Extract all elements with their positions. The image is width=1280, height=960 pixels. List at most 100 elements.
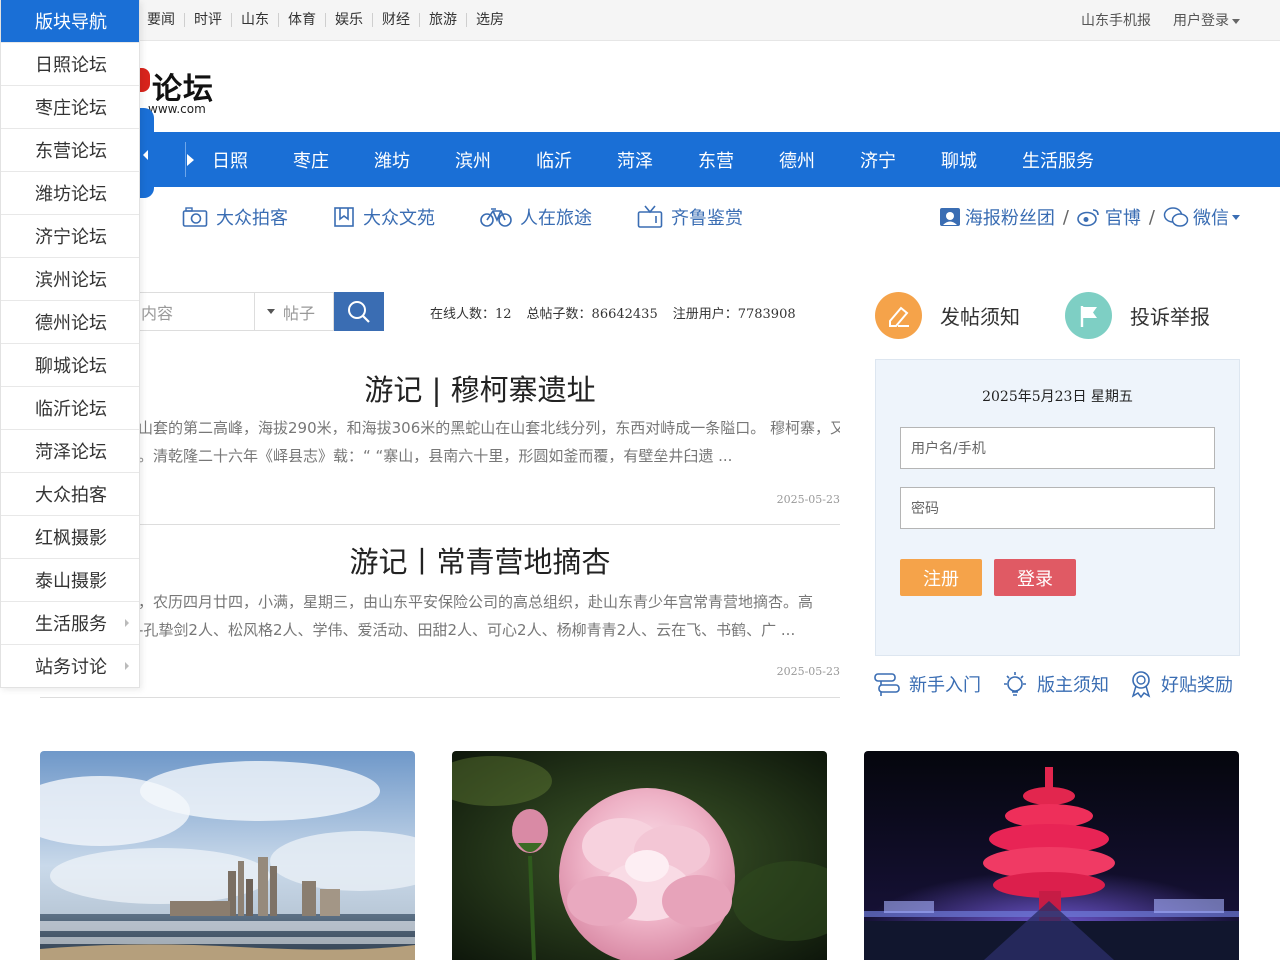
sub-nav-travel[interactable]: 人在旅途 bbox=[480, 204, 592, 230]
article-date: 2025-05-23 bbox=[776, 493, 840, 506]
article-date: 2025-05-23 bbox=[776, 665, 840, 678]
moderator-rules-label: 版主须知 bbox=[1037, 675, 1109, 696]
city-nav-dongying[interactable]: 东营 bbox=[698, 147, 734, 173]
bookmark-icon bbox=[334, 207, 354, 227]
side-menu-item[interactable]: 济宁论坛 bbox=[1, 214, 139, 257]
side-menu-item[interactable]: 潍坊论坛 bbox=[1, 171, 139, 214]
nav-divider bbox=[185, 142, 186, 177]
board-nav-header[interactable]: 版块导航 bbox=[1, 0, 139, 42]
report-button[interactable]: 投诉举报 bbox=[1065, 292, 1210, 339]
username-input[interactable]: 用户名/手机 bbox=[900, 427, 1215, 469]
sub-nav-literature-label: 大众文苑 bbox=[363, 208, 435, 229]
article-title[interactable]: 游记丨常青营地摘杏 bbox=[40, 539, 920, 581]
weibo-link[interactable]: 官博 bbox=[1077, 204, 1141, 230]
photo-seaside-city[interactable] bbox=[40, 751, 415, 960]
moderator-rules-link[interactable]: 版主须知 bbox=[1001, 670, 1109, 698]
city-nav-binzhou[interactable]: 滨州 bbox=[455, 147, 491, 173]
article-excerpt-line: 。清乾隆二十六年《峄县志》载：“ “寨山，县南六十里，形圆如釜而覆，有壁垒井臼遗… bbox=[138, 447, 733, 465]
city-nav-jining[interactable]: 济宁 bbox=[860, 147, 896, 173]
side-menu-item[interactable]: 滨州论坛 bbox=[1, 257, 139, 300]
city-nav-life-services[interactable]: 生活服务 bbox=[1022, 147, 1094, 173]
article-title[interactable]: 游记 | 穆柯寨遗址 bbox=[40, 367, 920, 409]
social-links: 海报粉丝团 / 官博 / 微信 bbox=[939, 200, 1240, 234]
sub-nav-appreciation[interactable]: 齐鲁鉴赏 bbox=[637, 204, 743, 230]
poster-fans-label: 海报粉丝团 bbox=[964, 208, 1055, 229]
photo-night-sculpture[interactable] bbox=[864, 751, 1239, 960]
collapse-tab[interactable] bbox=[138, 108, 154, 198]
article-item: 游记丨常青营地摘杏 ，农历四月廿四，小满，星期三，由山东平安保险公司的高总组织，… bbox=[40, 525, 840, 698]
chevron-right-icon bbox=[125, 619, 129, 627]
mobile-news-link[interactable]: 山东手机报 bbox=[1081, 10, 1151, 30]
logo-url: www.com bbox=[148, 102, 206, 116]
city-nav-rizhao[interactable]: 日照 bbox=[212, 147, 248, 173]
slash-divider: / bbox=[1062, 206, 1069, 228]
user-login-dropdown[interactable]: 用户登录 bbox=[1173, 10, 1240, 30]
medal-icon bbox=[1131, 671, 1151, 698]
photo-peony-flower[interactable] bbox=[452, 751, 827, 960]
bicycle-icon bbox=[480, 208, 512, 227]
help-links: 新手入门 版主须知 好贴奖励 bbox=[873, 670, 1233, 698]
caret-down-icon bbox=[1232, 18, 1240, 24]
post-rules-label: 发帖须知 bbox=[940, 305, 1020, 329]
sub-nav-photo[interactable]: 大众拍客 bbox=[182, 204, 288, 230]
chevron-left-icon bbox=[143, 150, 148, 160]
search-input[interactable]: 内容 bbox=[138, 292, 254, 331]
sub-nav-literature[interactable]: 大众文苑 bbox=[333, 204, 435, 230]
register-button[interactable]: 注册 bbox=[900, 559, 982, 596]
side-menu-item[interactable]: 临沂论坛 bbox=[1, 386, 139, 429]
side-menu-item[interactable]: 聊城论坛 bbox=[1, 343, 139, 386]
sub-nav-travel-label: 人在旅途 bbox=[520, 208, 592, 229]
top-nav-shandong[interactable]: 山东 bbox=[232, 13, 279, 27]
user-login-label: 用户登录 bbox=[1173, 13, 1229, 29]
search-type-label: 帖子 bbox=[283, 303, 316, 323]
side-menu-item-site-discussion[interactable]: 站务讨论 bbox=[1, 644, 139, 687]
side-menu-item[interactable]: 枣庄论坛 bbox=[1, 85, 139, 128]
slash-divider: / bbox=[1148, 206, 1155, 228]
side-menu-item[interactable]: 德州论坛 bbox=[1, 300, 139, 343]
signpost-icon bbox=[874, 673, 900, 696]
caret-down-icon bbox=[1232, 214, 1240, 220]
top-nav-sports[interactable]: 体育 bbox=[279, 13, 326, 27]
wechat-link[interactable]: 微信 bbox=[1163, 204, 1240, 230]
city-nav-weifang[interactable]: 潍坊 bbox=[374, 147, 410, 173]
side-menu-item[interactable]: 红枫摄影 bbox=[1, 515, 139, 558]
login-button[interactable]: 登录 bbox=[994, 559, 1076, 596]
side-menu-item[interactable]: 大众拍客 bbox=[1, 472, 139, 515]
newbie-guide-link[interactable]: 新手入门 bbox=[873, 670, 981, 698]
search-type-select[interactable]: 帖子 bbox=[254, 292, 334, 331]
top-right-links: 山东手机报 用户登录 bbox=[1081, 0, 1240, 40]
top-nav-entertainment[interactable]: 娱乐 bbox=[326, 13, 373, 27]
search-bar: 内容 帖子 bbox=[138, 292, 384, 331]
post-rules-button[interactable]: 发帖须知 bbox=[875, 292, 1020, 339]
side-menu-item[interactable]: 东营论坛 bbox=[1, 128, 139, 171]
city-nav-heze[interactable]: 菏泽 bbox=[617, 147, 653, 173]
city-nav-liaocheng[interactable]: 聊城 bbox=[941, 147, 977, 173]
side-menu-item[interactable]: 日照论坛 bbox=[1, 42, 139, 85]
side-menu-item[interactable]: 泰山摄影 bbox=[1, 558, 139, 601]
side-menu-item-life-services[interactable]: 生活服务 bbox=[1, 601, 139, 644]
top-nav-travel[interactable]: 旅游 bbox=[420, 13, 467, 27]
password-input[interactable]: 密码 bbox=[900, 487, 1215, 529]
top-nav-housing[interactable]: 选房 bbox=[467, 13, 513, 27]
good-post-reward-link[interactable]: 好贴奖励 bbox=[1129, 670, 1233, 698]
wechat-icon bbox=[1163, 207, 1189, 227]
top-nav-finance[interactable]: 财经 bbox=[373, 13, 420, 27]
caret-down-icon bbox=[267, 309, 275, 314]
top-nav-news[interactable]: 要闻 bbox=[138, 13, 185, 27]
city-nav-dezhou[interactable]: 德州 bbox=[779, 147, 815, 173]
weibo-icon bbox=[1077, 209, 1099, 227]
city-nav-zaozhuang[interactable]: 枣庄 bbox=[293, 147, 329, 173]
sub-nav-appreciation-label: 齐鲁鉴赏 bbox=[671, 208, 743, 229]
side-menu-item[interactable]: 菏泽论坛 bbox=[1, 429, 139, 472]
post-count: 总帖子数：86642435 bbox=[526, 307, 658, 322]
nav-arrow-icon bbox=[187, 154, 194, 166]
wechat-label: 微信 bbox=[1193, 208, 1229, 229]
search-button[interactable] bbox=[334, 292, 384, 331]
top-nav-commentary[interactable]: 时评 bbox=[185, 13, 232, 27]
side-menu-item-label: 站务讨论 bbox=[35, 657, 107, 678]
top-bar: 要闻 时评 山东 体育 娱乐 财经 旅游 选房 山东手机报 用户登录 bbox=[0, 0, 1280, 41]
city-nav-linyi[interactable]: 临沂 bbox=[536, 147, 572, 173]
poster-fans-link[interactable]: 海报粉丝团 bbox=[939, 204, 1055, 230]
weibo-label: 官博 bbox=[1104, 208, 1141, 229]
article-item: 游记 | 穆柯寨遗址 山套的第二高峰，海拔290米，和海拔306米的黑蛇山在山套… bbox=[40, 351, 840, 525]
